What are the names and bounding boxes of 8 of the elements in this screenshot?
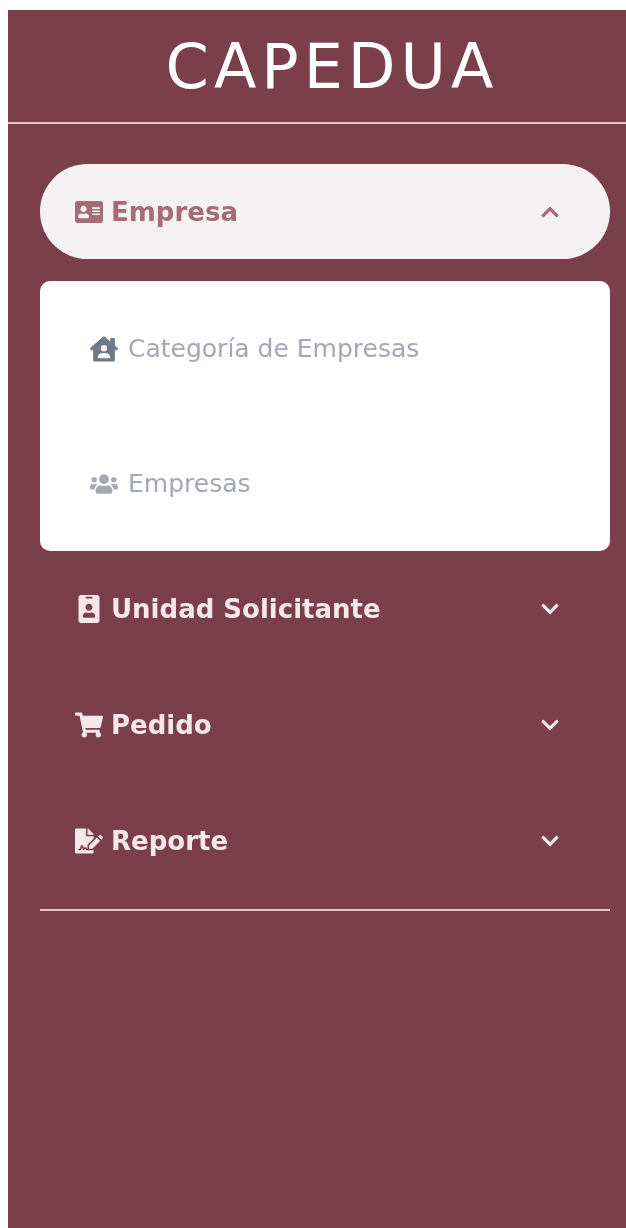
menu-item[interactable]: Reporte — [40, 783, 610, 899]
file-pen-icon — [75, 827, 103, 855]
house-user-icon — [90, 334, 118, 363]
menu-item[interactable]: Unidad Solicitante — [40, 551, 610, 667]
menu-item[interactable]: Pedido — [40, 667, 610, 783]
app-title: CAPEDUA — [164, 28, 500, 105]
cart-icon — [75, 711, 103, 739]
menu-item[interactable]: Empresa — [40, 164, 610, 259]
